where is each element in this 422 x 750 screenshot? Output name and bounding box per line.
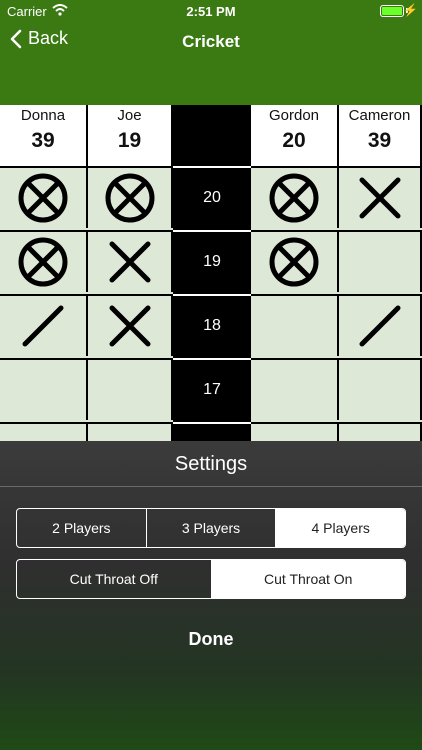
- score-cell[interactable]: [339, 230, 422, 292]
- player-score: 19: [117, 129, 142, 152]
- player-name: Donna: [20, 107, 66, 124]
- cricket-app: Carrier 2:51 PM ⚡ Back Cricket 20 19 18 …: [0, 0, 422, 750]
- score-cell[interactable]: [88, 230, 173, 292]
- score-cell[interactable]: [251, 294, 339, 356]
- score-cell[interactable]: [88, 166, 173, 228]
- player-name: Joe: [117, 107, 142, 124]
- player-header: Cameron 39: [339, 105, 422, 166]
- double-mark-icon: [359, 177, 400, 219]
- player-score: 39: [367, 129, 392, 152]
- player-header: Donna 39: [0, 105, 88, 166]
- closed-mark-icon: [18, 237, 68, 287]
- score-cell[interactable]: [339, 358, 422, 420]
- target-number[interactable]: 17: [173, 358, 251, 420]
- cut-throat-option-0[interactable]: Cut Throat Off: [17, 560, 211, 598]
- player-header: Gordon 20: [251, 105, 339, 166]
- top-bar: Carrier 2:51 PM ⚡ Back Cricket: [0, 0, 422, 105]
- player-option-1[interactable]: 3 Players: [145, 509, 276, 547]
- closed-mark-icon: [105, 173, 154, 223]
- done-button[interactable]: Done: [0, 629, 422, 650]
- battery-icon: [380, 5, 404, 17]
- score-cell[interactable]: [251, 166, 339, 228]
- double-mark-icon: [109, 241, 150, 283]
- score-cell[interactable]: [339, 166, 422, 228]
- player-header: Joe 19: [88, 105, 173, 166]
- score-cell[interactable]: [251, 230, 339, 292]
- settings-sheet: Settings 2 Players 3 Players 4 Players Cut…: [0, 441, 422, 750]
- score-cell[interactable]: [251, 358, 339, 420]
- page-title: Cricket: [182, 32, 240, 51]
- score-cell[interactable]: [0, 358, 88, 420]
- player-option-2[interactable]: 4 Players: [275, 509, 405, 547]
- score-cell[interactable]: [88, 294, 173, 356]
- target-number[interactable]: 19: [173, 230, 251, 292]
- player-option-0[interactable]: 2 Players: [17, 509, 146, 547]
- cut-throat-control: Cut Throat Off Cut Throat On: [16, 559, 406, 599]
- number-column: 20 19 18 17: [173, 105, 251, 445]
- target-number[interactable]: 20: [173, 166, 251, 228]
- status-bar: Carrier 2:51 PM ⚡: [0, 0, 422, 22]
- single-mark-icon: [22, 305, 64, 347]
- nav-bar: Back Cricket: [0, 26, 422, 62]
- score-cell[interactable]: [339, 294, 422, 356]
- clock: 2:51 PM: [186, 4, 236, 19]
- player-score: 39: [31, 129, 55, 152]
- target-number[interactable]: 18: [173, 294, 251, 356]
- score-cell[interactable]: [0, 166, 88, 228]
- closed-mark-icon: [269, 173, 319, 223]
- closed-mark-icon: [18, 173, 68, 223]
- closed-mark-icon: [269, 237, 319, 287]
- double-mark-icon: [109, 305, 150, 347]
- player-name: Gordon: [268, 107, 320, 124]
- divider: [0, 486, 422, 487]
- score-cell[interactable]: [88, 358, 173, 420]
- single-mark-icon: [359, 305, 400, 347]
- player-count-control: 2 Players 3 Players 4 Players: [16, 508, 406, 548]
- settings-title: Settings: [174, 453, 248, 475]
- score-cell[interactable]: [0, 230, 88, 292]
- player-name: Cameron: [348, 107, 411, 124]
- cut-throat-option-1[interactable]: Cut Throat On: [210, 560, 405, 598]
- score-cell[interactable]: [0, 294, 88, 356]
- charging-icon: ⚡: [403, 3, 418, 17]
- player-score: 20: [282, 129, 306, 152]
- score-grid: 20 19 18 17 Donna 39 Joe 19 Gordon 20 Cameron 39: [0, 105, 422, 445]
